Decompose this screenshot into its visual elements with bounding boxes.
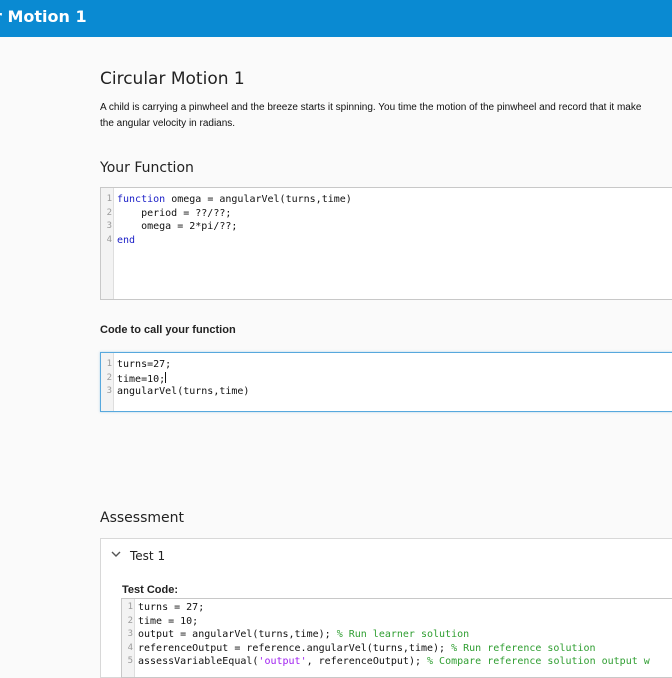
description-line-2: the angular velocity in radians. bbox=[100, 118, 236, 129]
code-text: angularVel(turns,time) bbox=[117, 386, 250, 397]
code-text: omega = angularVel(turns,time) bbox=[165, 194, 352, 205]
call-code-label: Code to call your function bbox=[100, 324, 236, 336]
line-number: 4 bbox=[106, 234, 112, 245]
code-line: 4 referenceOutput = reference.angularVel… bbox=[122, 642, 672, 656]
your-function-label: Your Function bbox=[100, 160, 194, 176]
code-string: 'output' bbox=[258, 656, 307, 667]
code-comment: % Run learner solution bbox=[336, 629, 470, 640]
line-number: 1 bbox=[106, 194, 112, 204]
code-keyword: function bbox=[117, 194, 166, 205]
code-text: output = angularVel(turns,time); bbox=[138, 629, 337, 640]
function-editor[interactable]: 1 function omega = angularVel(turns,time… bbox=[100, 187, 672, 300]
line-number: 2 bbox=[127, 615, 133, 626]
code-line: 2 time=10; bbox=[101, 371, 672, 386]
assessment-label: Assessment bbox=[100, 510, 184, 526]
code-text: omega = 2*pi/??; bbox=[117, 221, 238, 232]
code-text: , referenceOutput); bbox=[306, 656, 428, 667]
line-number: 2 bbox=[106, 372, 112, 383]
code-line: 3 output = angularVel(turns,time); % Run… bbox=[122, 628, 672, 642]
code-comment: % Run reference solution bbox=[451, 642, 596, 654]
test-title[interactable]: Test 1 bbox=[130, 549, 165, 563]
code-text: time = 10; bbox=[138, 615, 199, 627]
code-line: 4 end bbox=[101, 234, 672, 248]
problem-title: Circular Motion 1 bbox=[100, 69, 245, 89]
chevron-down-icon[interactable] bbox=[110, 548, 122, 560]
code-text: referenceOutput = reference.angularVel(t… bbox=[138, 642, 452, 654]
code-line: 3 omega = 2*pi/??; bbox=[101, 220, 672, 234]
code-keyword: end bbox=[117, 234, 136, 246]
code-text: time=10; bbox=[117, 373, 166, 385]
text-cursor bbox=[165, 371, 167, 383]
line-number: 5 bbox=[127, 656, 133, 666]
code-line: 5 assessVariableEqual('output', referenc… bbox=[122, 655, 672, 669]
function-editor-code: 1 function omega = angularVel(turns,time… bbox=[101, 193, 672, 247]
code-text: turns = 27; bbox=[138, 602, 205, 613]
app-header: r Motion 1 bbox=[0, 0, 672, 37]
code-line: 1 turns=27; bbox=[101, 358, 672, 372]
call-code-editor-code: 1 turns=27; 2 time=10; 3 angularVel(turn… bbox=[101, 358, 672, 399]
line-number: 3 bbox=[106, 386, 112, 396]
problem-description: A child is carrying a pinwheel and the b… bbox=[100, 100, 672, 132]
code-line: 1 turns = 27; bbox=[122, 601, 672, 615]
line-number: 1 bbox=[127, 602, 133, 612]
code-line: 2 period = ??/??; bbox=[101, 207, 672, 221]
line-number: 1 bbox=[106, 359, 112, 369]
line-number: 3 bbox=[127, 629, 133, 639]
code-line: 2 time = 10; bbox=[122, 615, 672, 629]
test-code-label: Test Code: bbox=[122, 584, 179, 596]
code-text: period = ??/??; bbox=[117, 207, 232, 219]
code-line: 3 angularVel(turns,time) bbox=[101, 385, 672, 399]
code-text: assessVariableEqual( bbox=[138, 656, 259, 667]
code-text: turns=27; bbox=[117, 359, 172, 370]
description-line-1: A child is carrying a pinwheel and the b… bbox=[100, 102, 642, 113]
call-code-editor[interactable]: 1 turns=27; 2 time=10; 3 angularVel(turn… bbox=[100, 352, 672, 412]
test-code-editor: 1 turns = 27; 2 time = 10; 3 output = an… bbox=[121, 598, 672, 678]
code-comment: % Compare reference solution output w bbox=[427, 656, 650, 667]
line-number: 2 bbox=[106, 207, 112, 218]
line-number: 4 bbox=[127, 642, 133, 653]
header-title: r Motion 1 bbox=[0, 7, 87, 26]
line-number: 3 bbox=[106, 221, 112, 231]
test-1-panel: Test 1 Test Code: 1 turns = 27; 2 time =… bbox=[100, 538, 672, 678]
code-line: 1 function omega = angularVel(turns,time… bbox=[101, 193, 672, 207]
test-code-content: 1 turns = 27; 2 time = 10; 3 output = an… bbox=[122, 601, 672, 669]
